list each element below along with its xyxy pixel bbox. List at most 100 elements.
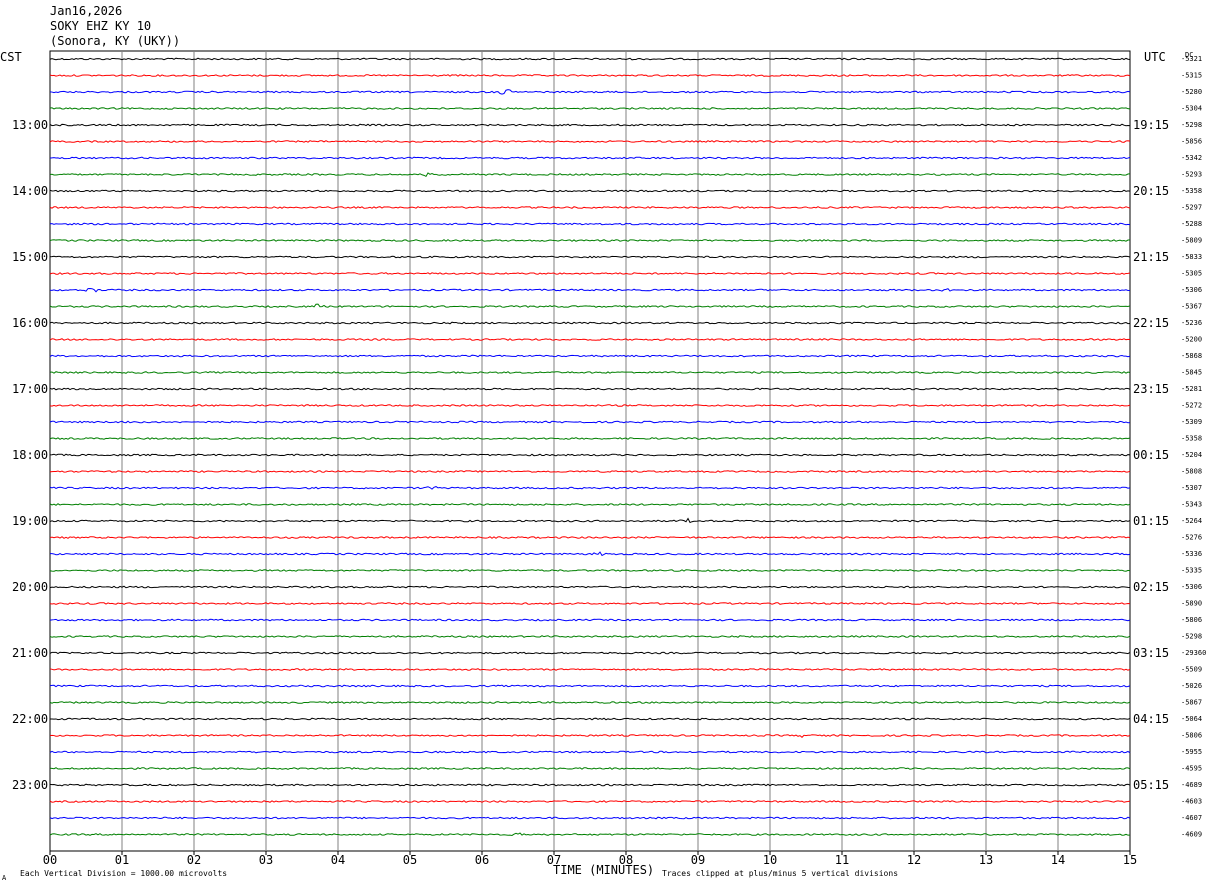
x-tick-label: 03 bbox=[259, 853, 273, 867]
dc-offset-label: -29360 bbox=[1181, 649, 1206, 657]
utc-label: UTC bbox=[1144, 50, 1166, 64]
utc-hour-label: 01:15 bbox=[1133, 514, 1169, 528]
cst-hour-label: 23:00 bbox=[12, 778, 48, 792]
trace-line-35 bbox=[49, 635, 1131, 638]
plot-frame bbox=[49, 50, 1131, 852]
utc-hour-label: 05:15 bbox=[1133, 778, 1169, 792]
dc-offset-label: -5298 bbox=[1181, 633, 1202, 641]
trace-line-34 bbox=[49, 618, 1131, 622]
dc-offset-label: -5809 bbox=[1181, 237, 1202, 245]
dc-offset-label: -5367 bbox=[1181, 303, 1202, 311]
cst-hour-label: 15:00 bbox=[12, 250, 48, 264]
clip-note: Traces clipped at plus/minus 5 vertical … bbox=[662, 869, 898, 878]
dc-offset-label: -5955 bbox=[1181, 748, 1202, 756]
dc-offset-label: -5236 bbox=[1181, 319, 1202, 327]
trace-line-42 bbox=[49, 750, 1131, 754]
trace-line-18 bbox=[49, 354, 1131, 358]
dc-offset-label: -5280 bbox=[1181, 88, 1202, 96]
trace-line-44 bbox=[49, 783, 1131, 787]
trace-line-33 bbox=[49, 602, 1131, 605]
dc-offset-label: -5281 bbox=[1181, 385, 1202, 393]
utc-hour-label: 02:15 bbox=[1133, 580, 1169, 594]
x-tick-label: 10 bbox=[763, 853, 777, 867]
dc-offset-label: -5298 bbox=[1181, 121, 1202, 129]
trace-line-15 bbox=[49, 303, 1131, 308]
trace-line-37 bbox=[49, 668, 1131, 671]
trace-line-28 bbox=[49, 517, 1131, 524]
trace-line-1 bbox=[49, 74, 1131, 77]
cst-hour-label: 14:00 bbox=[12, 184, 48, 198]
cst-hour-label: 19:00 bbox=[12, 514, 48, 528]
dc-offset-label: -5845 bbox=[1181, 369, 1202, 377]
dc-offset-label: -5321 bbox=[1181, 55, 1202, 63]
dc-offset-label: -5305 bbox=[1181, 270, 1202, 278]
utc-hour-label: 19:15 bbox=[1133, 118, 1169, 132]
utc-hour-label: 00:15 bbox=[1133, 448, 1169, 462]
cst-hour-label: 18:00 bbox=[12, 448, 48, 462]
dc-offset-label: -5307 bbox=[1181, 484, 1202, 492]
x-tick-label: 15 bbox=[1123, 853, 1137, 867]
trace-line-38 bbox=[49, 684, 1131, 688]
trace-line-30 bbox=[49, 551, 1131, 557]
trace-line-13 bbox=[49, 272, 1131, 275]
dc-offset-label: -5306 bbox=[1181, 583, 1202, 591]
trace-line-12 bbox=[49, 255, 1131, 259]
utc-hour-label: 23:15 bbox=[1133, 382, 1169, 396]
dc-offset-label: -4609 bbox=[1181, 831, 1202, 839]
trace-line-27 bbox=[49, 503, 1131, 506]
dc-offset-label: -5343 bbox=[1181, 501, 1202, 509]
traces bbox=[49, 57, 1131, 836]
trace-line-16 bbox=[49, 321, 1131, 325]
dc-offset-label: -5890 bbox=[1181, 600, 1202, 608]
trace-line-40 bbox=[49, 717, 1131, 721]
trace-line-11 bbox=[49, 239, 1131, 242]
dc-offset-label: -5293 bbox=[1181, 171, 1202, 179]
station-label: SOKY EHZ KY 10 bbox=[50, 19, 151, 33]
trace-line-45 bbox=[49, 800, 1131, 803]
trace-line-32 bbox=[49, 585, 1131, 589]
dc-offset-label: -5806 bbox=[1181, 616, 1202, 624]
dc-offset-label: -5856 bbox=[1181, 138, 1202, 146]
cst-hour-label: 20:00 bbox=[12, 580, 48, 594]
utc-hour-label: 21:15 bbox=[1133, 250, 1169, 264]
trace-line-8 bbox=[49, 189, 1131, 193]
scale-note: Each Vertical Division = 1000.00 microvo… bbox=[20, 869, 227, 878]
trace-line-2 bbox=[49, 89, 1131, 95]
x-tick-label: 11 bbox=[835, 853, 849, 867]
utc-hour-label: 03:15 bbox=[1133, 646, 1169, 660]
x-tick-label: 05 bbox=[403, 853, 417, 867]
trace-line-17 bbox=[49, 338, 1131, 341]
trace-line-39 bbox=[49, 701, 1131, 704]
dc-offset-label: -5358 bbox=[1181, 187, 1202, 195]
dc-offset-label: -5276 bbox=[1181, 534, 1202, 542]
date-label: Jan16,2026 bbox=[50, 4, 122, 18]
trace-line-6 bbox=[49, 156, 1131, 160]
dc-offset-label: -5064 bbox=[1181, 715, 1202, 723]
dc-offset-label: -4689 bbox=[1181, 781, 1202, 789]
trace-line-0 bbox=[49, 57, 1131, 61]
dc-offset-label: -5288 bbox=[1181, 220, 1202, 228]
utc-hour-label: 22:15 bbox=[1133, 316, 1169, 330]
dc-offset-label: -5806 bbox=[1181, 732, 1202, 740]
trace-line-3 bbox=[49, 107, 1131, 110]
helicorder-chart: Jan16,2026 SOKY EHZ KY 10 (Sonora, KY (U… bbox=[0, 4, 1206, 882]
dc-offset-label: -5200 bbox=[1181, 336, 1202, 344]
x-tick-label: 09 bbox=[691, 853, 705, 867]
dc-offset-label: -5509 bbox=[1181, 666, 1202, 674]
cst-hour-label: 21:00 bbox=[12, 646, 48, 660]
dc-offset-label: -5833 bbox=[1181, 253, 1202, 261]
trace-line-46 bbox=[49, 816, 1131, 820]
x-tick-label: 14 bbox=[1051, 853, 1065, 867]
x-tick-label: 04 bbox=[331, 853, 345, 867]
trace-line-23 bbox=[49, 437, 1131, 440]
dc-offset-label: -4595 bbox=[1181, 765, 1202, 773]
dc-offset-label: -4603 bbox=[1181, 798, 1202, 806]
trace-line-20 bbox=[49, 387, 1131, 391]
dc-offset-labels: -5321 -5315 -5280 -5304 -5298 -5856 -5342 -5293… bbox=[1181, 55, 1206, 839]
dc-offset-label: -5808 bbox=[1181, 468, 1202, 476]
cst-hour-label: 17:00 bbox=[12, 382, 48, 396]
x-tick-label: 01 bbox=[115, 853, 129, 867]
dc-offset-label: -5026 bbox=[1181, 682, 1202, 690]
trace-line-10 bbox=[49, 222, 1131, 226]
dc-offset-label: -4607 bbox=[1181, 814, 1202, 822]
